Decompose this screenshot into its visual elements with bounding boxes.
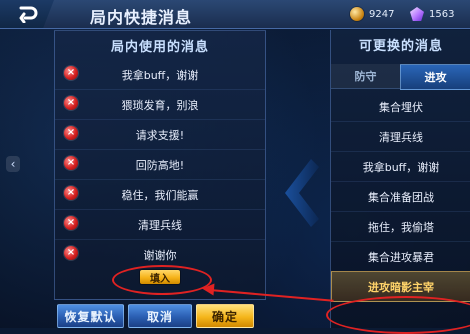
in-game-message-label: 谢谢你 [143, 248, 177, 262]
close-icon: × [66, 187, 76, 198]
restore-default-button[interactable]: 恢复默认 [57, 304, 124, 328]
gold-balance-value: 9247 [369, 8, 395, 20]
replaceable-message-item[interactable]: 集合埋伏 [331, 92, 470, 121]
remove-message-button[interactable]: × [64, 126, 78, 140]
page-title: 局内快捷消息 [90, 8, 193, 27]
tab-offense[interactable]: 进攻 [400, 64, 470, 90]
replaceable-message-item[interactable]: 集合准备团战 [331, 181, 470, 211]
annotation-ellipse-fill [112, 265, 212, 295]
in-game-message-row: × 回防高地! [55, 149, 265, 179]
replaceable-message-label: 集合准备团战 [368, 190, 434, 204]
remove-message-button[interactable]: × [64, 156, 78, 170]
in-game-message-label: 回防高地! [135, 158, 185, 172]
in-game-message-label: 稳住，我们能赢 [121, 188, 199, 202]
in-game-message-row: × 猥琐发育，别浪 [55, 89, 265, 119]
gem-balance: 1563 [410, 6, 454, 22]
gold-balance: 9247 [350, 6, 394, 22]
annotation-ellipse-selected [326, 296, 470, 334]
remove-message-button[interactable]: × [64, 216, 78, 230]
right-panel-title: 可更换的消息 [331, 30, 470, 58]
replaceable-message-item[interactable]: 清理兵线 [331, 121, 470, 151]
replaceable-messages-panel: 可更换的消息 防守 进攻 集合埋伏 清理兵线 我拿buff，谢谢 集合准备团战 … [330, 30, 470, 328]
replaceable-message-label: 集合埋伏 [379, 100, 423, 114]
in-game-message-row: × 我拿buff，谢谢 [55, 60, 265, 89]
replaceable-message-item[interactable]: 我拿buff，谢谢 [331, 151, 470, 181]
message-category-tabs: 防守 进攻 [331, 64, 470, 90]
gem-icon [410, 7, 424, 21]
top-bar: 局内快捷消息 9247 1563 [0, 0, 470, 29]
close-icon: × [66, 247, 76, 258]
in-game-message-row: × 清理兵线 [55, 209, 265, 239]
replaceable-message-label: 清理兵线 [379, 130, 423, 144]
gold-coin-icon [350, 7, 364, 21]
replaceable-message-item[interactable]: 集合进攻暴君 [331, 241, 470, 271]
gem-balance-value: 1563 [429, 8, 455, 20]
replaceable-message-item[interactable]: 拖住，我偷塔 [331, 211, 470, 241]
close-icon: × [66, 127, 76, 138]
replaceable-messages-list: 集合埋伏 清理兵线 我拿buff，谢谢 集合准备团战 拖住，我偷塔 集合进攻暴君… [331, 92, 470, 302]
close-icon: × [66, 217, 76, 228]
in-game-message-row: × 请求支援! [55, 119, 265, 149]
replaceable-message-label: 我拿buff，谢谢 [362, 160, 440, 174]
in-game-message-label: 清理兵线 [138, 218, 182, 232]
close-icon: × [66, 157, 76, 168]
remove-message-button[interactable]: × [64, 186, 78, 200]
in-game-message-label: 我拿buff，谢谢 [121, 68, 199, 82]
cancel-button[interactable]: 取消 [128, 304, 192, 328]
right-panel-title-text: 可更换的消息 [358, 38, 443, 54]
in-game-message-label: 请求支援! [135, 128, 185, 142]
left-panel-title: 局内使用的消息 [110, 39, 209, 55]
chevron-left-icon: ‹ [10, 157, 16, 171]
in-game-message-label: 猥琐发育，别浪 [121, 98, 199, 112]
annotation-arrow-head [201, 282, 215, 296]
in-game-message-row: × 稳住，我们能赢 [55, 179, 265, 209]
in-game-messages-list: × 我拿buff，谢谢 × 猥琐发育，别浪 × 请求支援! × 回防高地! × … [55, 60, 265, 269]
remove-message-button[interactable]: × [64, 66, 78, 80]
remove-message-button[interactable]: × [64, 246, 78, 260]
tab-defense[interactable]: 防守 [331, 64, 400, 89]
chevron-left-large-icon [285, 159, 319, 227]
close-icon: × [66, 67, 76, 78]
replaceable-message-label: 集合进攻暴君 [368, 250, 434, 264]
left-scroll-button[interactable]: ‹ [6, 156, 20, 172]
in-game-messages-panel: 局内使用的消息 × 我拿buff，谢谢 × 猥琐发育，别浪 × 请求支援! × … [54, 30, 266, 300]
back-icon [19, 6, 38, 23]
replaceable-message-label: 拖住，我偷塔 [368, 220, 434, 234]
back-button[interactable] [0, 0, 54, 28]
remove-message-button[interactable]: × [64, 96, 78, 110]
confirm-button[interactable]: 确定 [196, 304, 254, 328]
replaceable-message-label: 进攻暗影主宰 [368, 280, 434, 294]
close-icon: × [66, 97, 76, 108]
